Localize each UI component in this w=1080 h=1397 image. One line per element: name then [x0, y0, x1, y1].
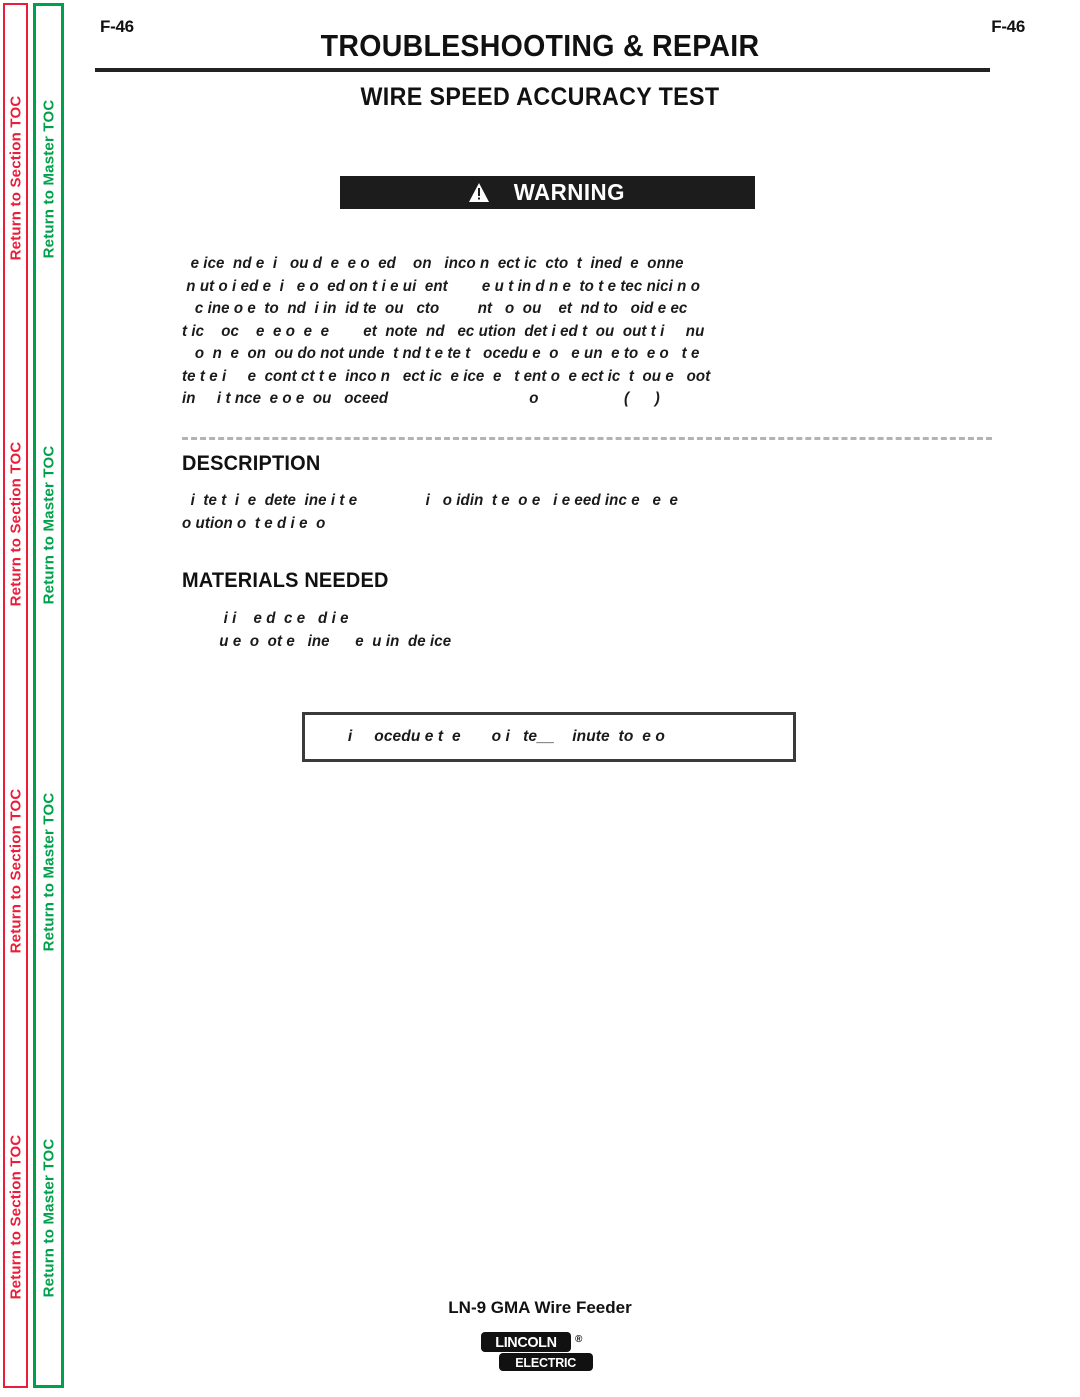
warning-paragraph-2: o n e on ou do not unde t nd t e te t oc… — [182, 345, 711, 407]
description-body: i te t i e dete ine i t e i o idin t e o… — [182, 492, 678, 532]
logo-lincoln-text: LINCOLN — [495, 1333, 557, 1351]
logo-lincoln-box: LINCOLN — [481, 1332, 571, 1352]
master-toc-link[interactable]: Return to Master TOC — [40, 100, 57, 259]
section-toc-link[interactable]: Return to Section TOC — [7, 1134, 24, 1299]
toc-sidebar: Return to Section TOC Return to Section T… — [0, 0, 66, 1397]
page-title: WIRE SPEED ACCURACY TEST — [360, 83, 720, 111]
note-box: i ocedu e t e o i te__ inute to e o — [302, 712, 796, 762]
section-toc-column: Return to Section TOC Return to Section T… — [3, 3, 28, 1388]
section-toc-link[interactable]: Return to Section TOC — [7, 442, 24, 607]
master-toc-column: Return to Master TOC Return to Master TOC… — [33, 3, 64, 1388]
section-title: TROUBLESHOOTING & REPAIR — [320, 28, 760, 63]
section-toc-link[interactable]: Return to Section TOC — [7, 96, 24, 261]
warning-banner: WARNING — [340, 176, 755, 209]
warning-triangle-icon — [469, 183, 490, 202]
materials-needed-body: i i e d c e d i e u e o ot e ine e u in … — [219, 610, 452, 650]
warning-banner-label: WARNING — [513, 179, 626, 205]
lincoln-electric-logo: LINCOLN ® ELECTRIC — [481, 1332, 599, 1374]
logo-electric-text: ELECTRIC — [515, 1354, 577, 1370]
materials-needed-heading: MATERIALS NEEDED — [182, 569, 389, 592]
header-rule — [95, 68, 990, 72]
logo-electric-box: ELECTRIC — [499, 1353, 593, 1371]
dashed-divider — [182, 437, 992, 440]
master-toc-link[interactable]: Return to Master TOC — [40, 792, 57, 951]
section-toc-link[interactable]: Return to Section TOC — [7, 788, 24, 953]
warning-paragraph-1: e ice nd e i ou d e e o ed on inco n ect… — [182, 255, 705, 340]
master-toc-link[interactable]: Return to Master TOC — [40, 446, 57, 605]
footer-product-name: LN-9 GMA Wire Feeder — [448, 1298, 632, 1317]
master-toc-link[interactable]: Return to Master TOC — [40, 1139, 57, 1298]
registered-trademark-icon: ® — [575, 1334, 583, 1345]
note-box-text: i ocedu e t e o i te__ inute to e o — [339, 728, 665, 745]
description-heading: DESCRIPTION — [182, 452, 321, 475]
